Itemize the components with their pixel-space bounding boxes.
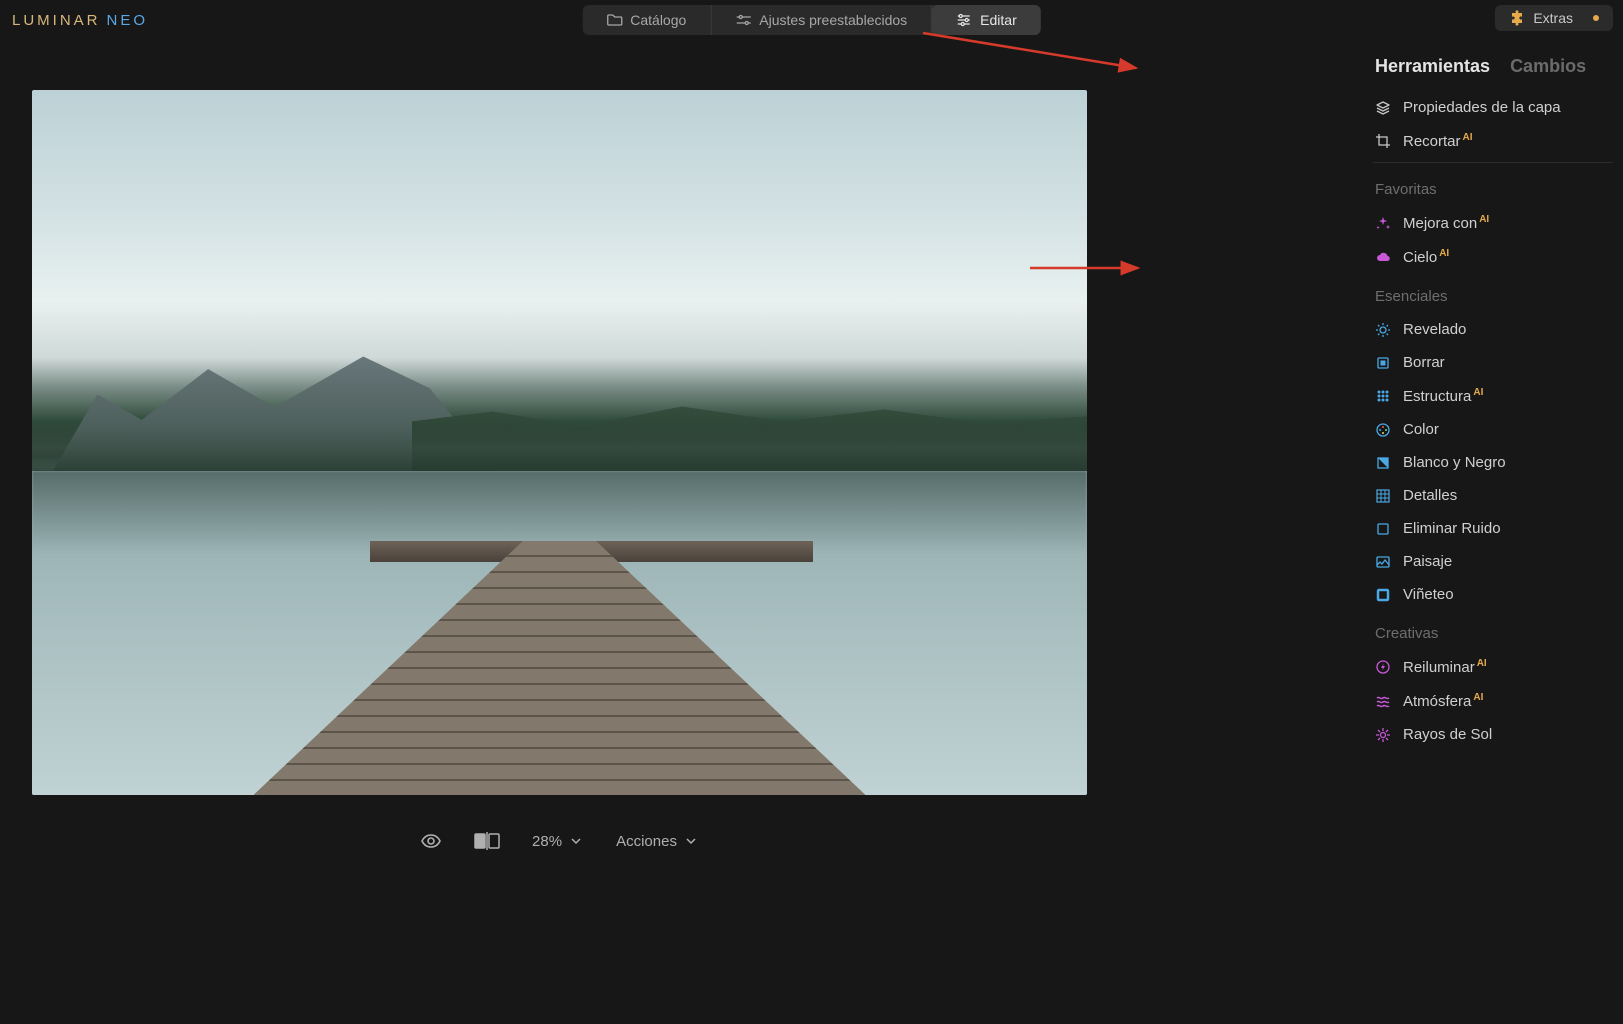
tool-label: AtmósferaAI bbox=[1403, 692, 1483, 710]
tool-vignette[interactable]: Viñeteo bbox=[1367, 578, 1619, 611]
chevron-down-icon bbox=[568, 833, 584, 849]
section-essentials: Esenciales bbox=[1367, 274, 1619, 313]
rays-icon bbox=[1375, 727, 1391, 743]
actions-label: Acciones bbox=[616, 833, 677, 850]
tool-label: EstructuraAI bbox=[1403, 387, 1483, 405]
bottom-toolbar: 28% Acciones bbox=[32, 830, 1087, 852]
tool-layer-properties[interactable]: Propiedades de la capa bbox=[1367, 91, 1619, 124]
compare-icon bbox=[474, 832, 500, 850]
tool-label: Viñeteo bbox=[1403, 586, 1454, 603]
tool-structure[interactable]: EstructuraAI bbox=[1367, 379, 1619, 413]
adjust-icon bbox=[956, 12, 972, 28]
tool-landscape[interactable]: Paisaje bbox=[1367, 545, 1619, 578]
layers-icon bbox=[1375, 100, 1391, 116]
sun-icon bbox=[1375, 322, 1391, 338]
crop-icon bbox=[1375, 133, 1391, 149]
section-favorites: Favoritas bbox=[1367, 167, 1619, 206]
cloud-icon bbox=[1375, 249, 1391, 265]
tool-label: Eliminar Ruido bbox=[1403, 520, 1501, 537]
bolt-icon bbox=[1375, 659, 1391, 675]
puzzle-icon bbox=[1509, 10, 1525, 26]
visibility-toggle[interactable] bbox=[420, 830, 442, 852]
image-canvas[interactable] bbox=[32, 90, 1087, 795]
tool-enhance-ai[interactable]: Mejora conAI bbox=[1367, 206, 1619, 240]
tool-label: Borrar bbox=[1403, 354, 1445, 371]
tool-label: Blanco y Negro bbox=[1403, 454, 1506, 471]
sparkle-icon bbox=[1375, 215, 1391, 231]
tab-edit[interactable]: Editar bbox=[932, 5, 1041, 35]
tool-denoise[interactable]: Eliminar Ruido bbox=[1367, 512, 1619, 545]
tab-edit-label: Editar bbox=[980, 12, 1017, 28]
extras-button[interactable]: Extras bbox=[1495, 5, 1613, 31]
tool-erase[interactable]: Borrar bbox=[1367, 346, 1619, 379]
extras-label: Extras bbox=[1533, 10, 1573, 26]
wave-icon bbox=[1375, 693, 1391, 709]
grid-icon bbox=[1375, 488, 1391, 504]
tool-atmosphere[interactable]: AtmósferaAI bbox=[1367, 684, 1619, 718]
actions-menu[interactable]: Acciones bbox=[616, 833, 699, 850]
tool-label: Paisaje bbox=[1403, 553, 1452, 570]
folder-icon bbox=[606, 12, 622, 28]
zoom-level[interactable]: 28% bbox=[532, 833, 584, 850]
tool-label: Detalles bbox=[1403, 487, 1457, 504]
chevron-down-icon bbox=[683, 833, 699, 849]
tool-label: Color bbox=[1403, 421, 1439, 438]
app-logo: LUMINAR NEO bbox=[12, 12, 148, 29]
panel-tabs: Herramientas Cambios bbox=[1367, 48, 1619, 91]
tool-black-white[interactable]: Blanco y Negro bbox=[1367, 446, 1619, 479]
palette-icon bbox=[1375, 422, 1391, 438]
sliders-icon bbox=[735, 12, 751, 28]
tab-presets-label: Ajustes preestablecidos bbox=[759, 12, 907, 28]
tool-crop[interactable]: RecortarAI bbox=[1367, 124, 1619, 158]
top-tabs: Catálogo Ajustes preestablecidos Editar bbox=[582, 5, 1041, 35]
notification-dot bbox=[1593, 15, 1599, 21]
tool-color[interactable]: Color bbox=[1367, 413, 1619, 446]
tool-label: CieloAI bbox=[1403, 248, 1449, 266]
tab-presets[interactable]: Ajustes preestablecidos bbox=[711, 5, 932, 35]
tool-develop[interactable]: Revelado bbox=[1367, 313, 1619, 346]
tool-label: Mejora conAI bbox=[1403, 214, 1489, 232]
tool-details[interactable]: Detalles bbox=[1367, 479, 1619, 512]
tool-label: Rayos de Sol bbox=[1403, 726, 1492, 743]
right-panel: Herramientas Cambios Propiedades de la c… bbox=[1363, 48, 1623, 868]
photo-preview bbox=[32, 90, 1087, 795]
tab-catalog[interactable]: Catálogo bbox=[582, 5, 711, 35]
tab-catalog-label: Catálogo bbox=[630, 12, 686, 28]
eye-icon bbox=[420, 830, 442, 852]
square-icon bbox=[1375, 455, 1391, 471]
tool-relight[interactable]: ReiluminarAI bbox=[1367, 650, 1619, 684]
panel-tab-tools[interactable]: Herramientas bbox=[1375, 56, 1490, 77]
logo-seg2: NEO bbox=[107, 12, 149, 29]
ring-icon bbox=[1375, 587, 1391, 603]
tool-sunrays[interactable]: Rayos de Sol bbox=[1367, 718, 1619, 751]
noise-icon bbox=[1375, 521, 1391, 537]
tool-label: ReiluminarAI bbox=[1403, 658, 1487, 676]
eraser-icon bbox=[1375, 355, 1391, 371]
tool-sky[interactable]: CieloAI bbox=[1367, 240, 1619, 274]
logo-seg1: LUMINAR bbox=[12, 12, 101, 29]
tool-label: RecortarAI bbox=[1403, 132, 1473, 150]
zoom-value: 28% bbox=[532, 833, 562, 850]
compare-toggle[interactable] bbox=[474, 832, 500, 850]
topbar: LUMINAR NEO Catálogo Ajustes preestablec… bbox=[0, 0, 1623, 40]
tool-label: Revelado bbox=[1403, 321, 1466, 338]
section-creative: Creativas bbox=[1367, 611, 1619, 650]
tool-label: Propiedades de la capa bbox=[1403, 99, 1561, 116]
divider bbox=[1373, 162, 1613, 163]
dots-icon bbox=[1375, 388, 1391, 404]
image-icon bbox=[1375, 554, 1391, 570]
panel-tab-edits[interactable]: Cambios bbox=[1510, 56, 1586, 77]
